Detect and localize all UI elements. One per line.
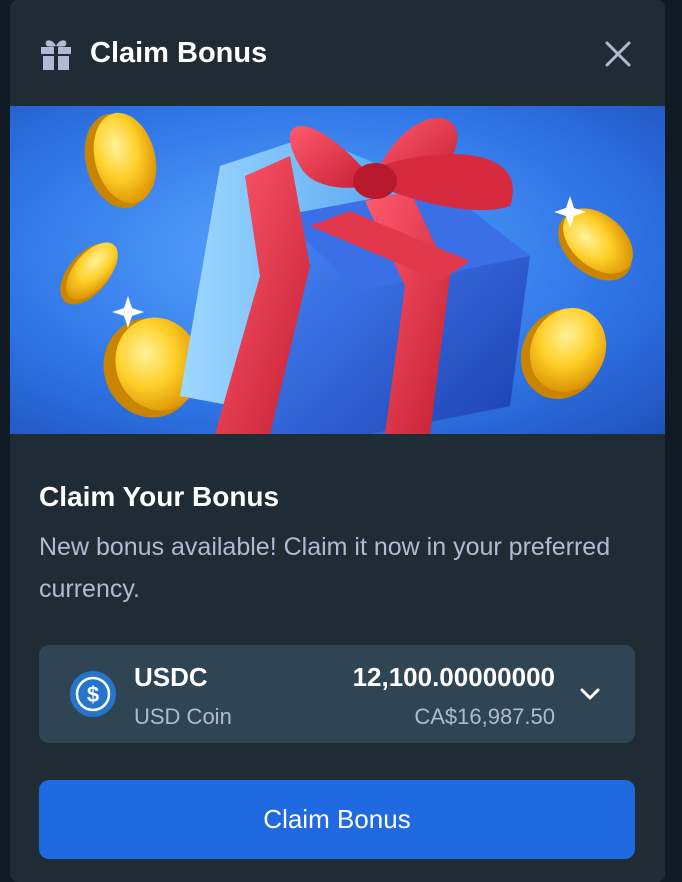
claim-bonus-modal: Claim Bonus Claim Your Bonus New bonus a… [10, 0, 665, 882]
currency-name: USD Coin [134, 704, 232, 729]
content-title: Claim Your Bonus [39, 481, 280, 512]
claim-bonus-button[interactable]: Claim Bonus [39, 780, 635, 859]
gift-icon [41, 40, 71, 70]
bonus-banner-image [10, 106, 665, 434]
currency-select[interactable]: $ USDC USD Coin 12,100.00000000 CA$16,98… [39, 645, 635, 743]
chevron-down-icon[interactable] [577, 681, 603, 707]
usdc-coin-icon: $ [70, 671, 116, 717]
currency-code: USDC [134, 662, 208, 692]
modal-title: Claim Bonus [90, 37, 268, 69]
svg-text:$: $ [87, 682, 99, 707]
modal-header: Claim Bonus [10, 0, 665, 106]
bonus-fiat-value: CA$16,987.50 [414, 704, 555, 729]
content-description: New bonus available! Claim it now in you… [39, 533, 611, 603]
bonus-amount: 12,100.00000000 [352, 662, 555, 692]
close-icon[interactable] [600, 36, 636, 72]
